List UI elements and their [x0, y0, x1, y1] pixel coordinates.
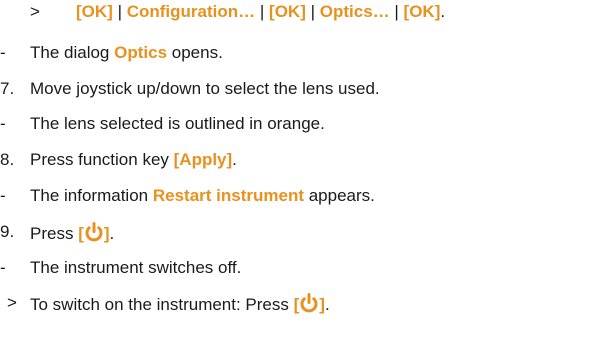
step-number: 8.	[0, 150, 15, 169]
key-ok-1: [OK]	[76, 2, 113, 21]
path-end: .	[440, 2, 446, 21]
result-text: The lens selected is outlined in orange.	[30, 114, 325, 133]
separator-2: |	[259, 2, 265, 21]
separator-4: |	[394, 2, 399, 21]
dialog-optics-label: Optics	[114, 43, 168, 62]
key-apply: [Apply]	[173, 150, 233, 169]
key-ok-2: [OK]	[269, 2, 306, 21]
path-text: [OK] | Configuration… | [OK] | Optics… |…	[76, 2, 445, 22]
separator-3: |	[310, 2, 316, 21]
result-text: The instrument switches off.	[30, 258, 242, 277]
menu-configuration: Configuration…	[126, 2, 256, 21]
key-power-bracket-open: [	[293, 295, 300, 314]
key-power-bracket-open: [	[78, 224, 84, 243]
key-ok-3: [OK]	[403, 2, 441, 21]
info-restart-instrument: Restart instrument	[152, 186, 304, 205]
power-icon	[85, 222, 103, 242]
separator-1: |	[117, 2, 122, 21]
result-marker: -	[0, 114, 6, 133]
step-number: 9.	[0, 222, 15, 241]
result-marker: -	[0, 43, 6, 62]
instruction-marker: >	[7, 293, 17, 312]
path-marker: >	[30, 2, 40, 21]
menu-optics: Optics…	[319, 2, 390, 21]
step-number: 7.	[0, 79, 15, 98]
step-text: Move joystick up/down to select the lens…	[30, 79, 380, 98]
result-marker: -	[0, 258, 6, 277]
power-icon	[300, 293, 318, 313]
result-marker: -	[0, 186, 6, 205]
